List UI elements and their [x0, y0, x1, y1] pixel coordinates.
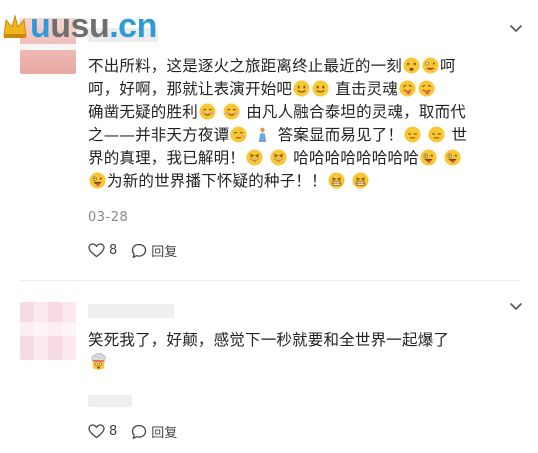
chevron-down-icon[interactable]	[508, 20, 524, 36]
like-count: 8	[109, 424, 118, 439]
like-button[interactable]: 8	[88, 424, 117, 439]
comment-text: 不出所料，这是逐火之旅距离终止最近的一刻呵 呵，好啊，那就让表演开始吧 直击灵魂…	[88, 57, 468, 190]
speech-bubble-icon	[132, 243, 147, 258]
exploding-head-icon	[91, 353, 106, 370]
zany-face-icon	[422, 57, 439, 74]
comment-actions: 8 回复	[88, 241, 191, 260]
reply-placeholder	[88, 395, 132, 407]
grinning-squint-face-icon	[270, 149, 287, 166]
blushing-face-icon	[199, 103, 216, 120]
comment-text: 笑死我了，好颠，感觉下一秒就要和全世界一起爆了	[88, 329, 508, 376]
zany-face-icon	[89, 172, 106, 189]
comment-line: 笑死我了，好颠，感觉下一秒就要和全世界一起爆了	[88, 331, 450, 349]
grinning-squint-face-icon	[246, 149, 263, 166]
watermark-text: uusu.cn	[30, 7, 157, 45]
reply-button[interactable]: 回复	[131, 422, 177, 441]
smiling-face-icon	[312, 80, 329, 97]
grimacing-face-icon	[352, 172, 369, 189]
avatar[interactable]	[20, 302, 76, 360]
heart-outline-icon	[88, 243, 105, 258]
comment-date: 03-28	[88, 210, 129, 225]
watermark-logo: uusu.cn	[2, 6, 157, 46]
dizzy-face-icon	[403, 57, 420, 74]
speech-bubble-icon	[132, 424, 147, 439]
reply-label: 回复	[151, 426, 178, 441]
shushing-face-icon	[230, 126, 247, 143]
tongue-face-icon	[418, 80, 435, 97]
zany-face-icon	[420, 149, 437, 166]
pensive-face-icon	[404, 126, 421, 143]
zany-face-icon	[444, 149, 461, 166]
like-count: 8	[109, 243, 118, 258]
chevron-down-icon[interactable]	[508, 298, 524, 314]
reply-button[interactable]: 回复	[131, 241, 177, 260]
username[interactable]	[88, 304, 174, 318]
smiling-face-icon	[293, 80, 310, 97]
comment-actions: 8 回复	[88, 422, 191, 441]
blushing-face-icon	[223, 103, 240, 120]
divider	[20, 280, 520, 281]
like-button[interactable]: 8	[88, 243, 117, 258]
reply-label: 回复	[151, 245, 178, 260]
tongue-face-icon	[399, 80, 416, 97]
pensive-face-icon	[428, 126, 445, 143]
grimacing-face-icon	[328, 172, 345, 189]
comments-page: uusu.cn 不出所料，这是逐火之旅距离终止最近的一刻呵 呵，好啊，那就让表演…	[0, 0, 538, 453]
heart-outline-icon	[88, 424, 105, 439]
praying-person-icon	[259, 127, 267, 143]
crown-icon	[3, 14, 27, 38]
